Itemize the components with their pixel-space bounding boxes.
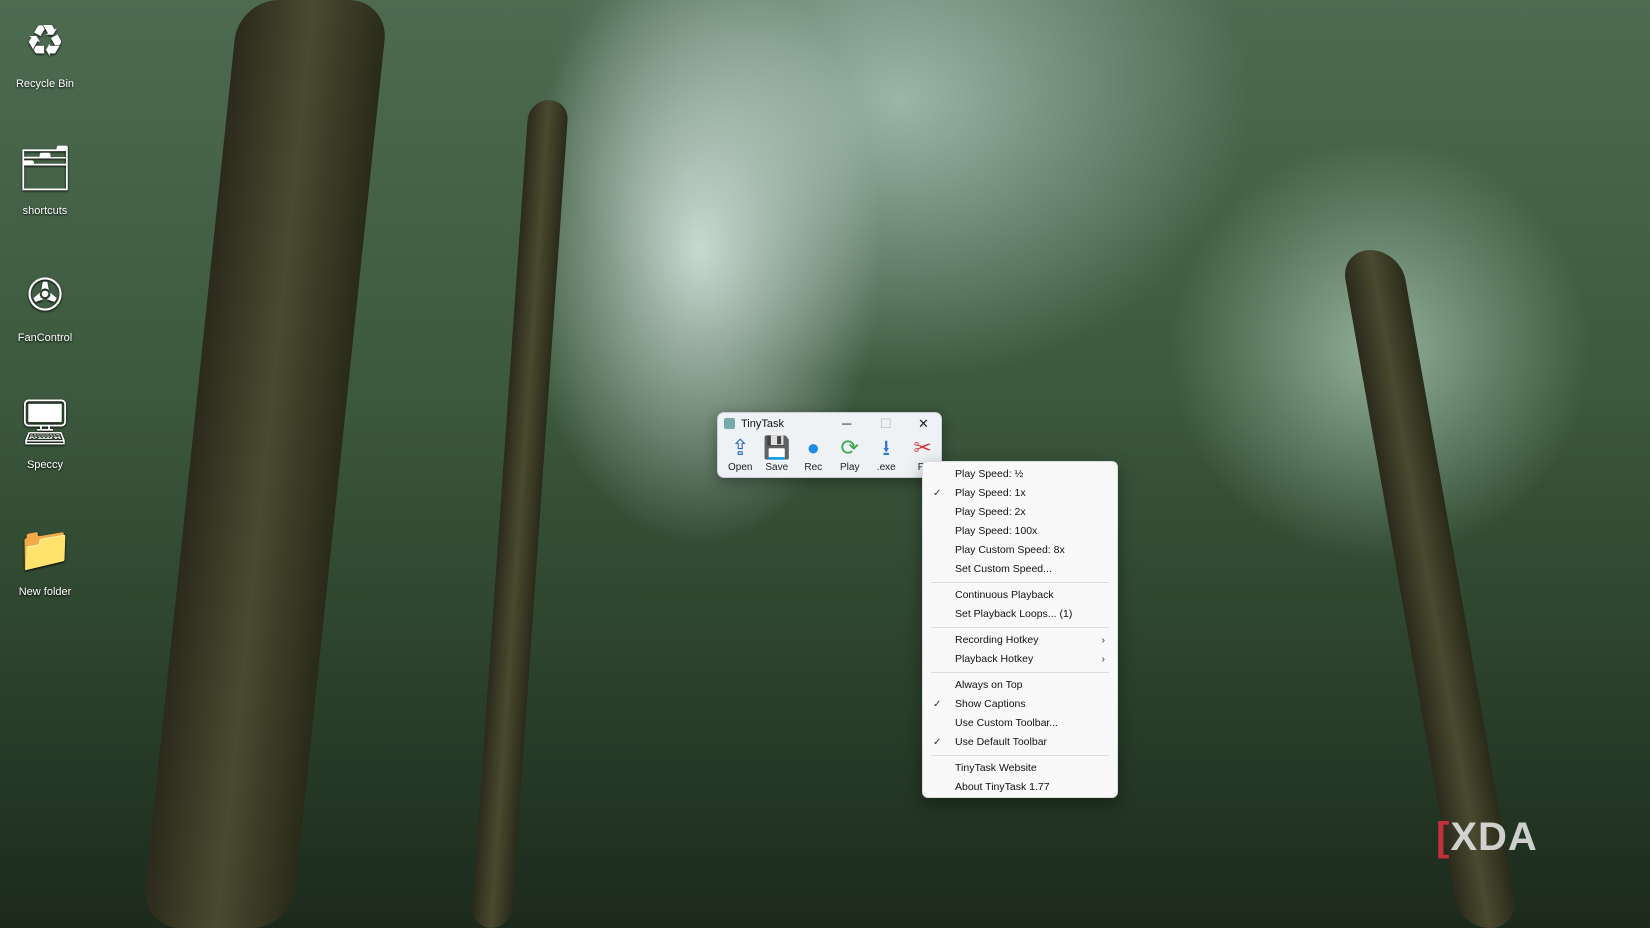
menu-item[interactable]: About TinyTask 1.77 [923, 778, 1117, 797]
checkmark-icon: ✓ [933, 737, 942, 748]
menu-item-label: Always on Top [955, 679, 1023, 691]
toolbar-caption: Save [765, 462, 789, 473]
window-title: TinyTask [741, 417, 784, 430]
toolbar-caption: Rec [804, 462, 823, 473]
menu-item[interactable]: ✓ Use Default Toolbar [923, 733, 1117, 752]
menu-item-label: About TinyTask 1.77 [955, 781, 1050, 793]
pr-icon: ✂ [913, 435, 932, 460]
desktop-icon-label: Speccy [26, 459, 64, 471]
menu-item-label: Playback Hotkey [955, 653, 1034, 665]
menu-item[interactable]: Continuous Playback [923, 586, 1117, 605]
folder-icon: 🗂 [17, 144, 73, 193]
menu-item[interactable]: Play Speed: 100x [923, 522, 1117, 541]
desktop-icon[interactable]: 🖥 Speccy [0, 391, 90, 471]
checkmark-icon: ✓ [933, 488, 942, 499]
chevron-right-icon: › [1101, 653, 1106, 665]
toolbar-caption: Open [728, 462, 753, 473]
desktop-icon[interactable]: 🗂 shortcuts [0, 137, 90, 217]
menu-item-label: Play Speed: 100x [955, 525, 1038, 537]
save-icon: 💾 [763, 435, 791, 460]
menu-item-label: Set Playback Loops... (1) [955, 608, 1073, 620]
desktop-icon-label: shortcuts [22, 205, 68, 217]
minimize-button[interactable]: ─ [842, 416, 851, 431]
menu-item-label: Play Custom Speed: 8x [955, 544, 1065, 556]
menu-item[interactable]: Set Playback Loops... (1) [923, 605, 1117, 624]
menu-item-label: Use Custom Toolbar... [955, 717, 1059, 729]
toolbar-play-button[interactable]: ⟳ Play [832, 434, 869, 473]
menu-item-label: Show Captions [955, 698, 1026, 710]
desktop-icon[interactable]: ✇ FanControl [0, 264, 90, 345]
menu-item-label: Continuous Playback [955, 589, 1054, 601]
menu-item[interactable]: Recording Hotkey › [923, 631, 1117, 650]
checkmark-icon: ✓ [933, 699, 942, 710]
recycle-bin-icon: ♻ [25, 16, 65, 66]
menu-item[interactable]: Playback Hotkey › [923, 650, 1117, 669]
menu-item[interactable]: Play Speed: ½ [923, 465, 1117, 484]
desktop-icon-label: FanControl [17, 332, 73, 344]
desktop-icon[interactable]: 📁 New folder [0, 518, 90, 598]
menu-item-label: Set Custom Speed... [955, 563, 1052, 575]
rec-icon: ● [806, 435, 820, 460]
menu-item-label: TinyTask Website [955, 762, 1037, 774]
wallpaper-tree [471, 100, 569, 928]
menu-item[interactable]: ✓ Show Captions [923, 695, 1117, 714]
desktop-icon[interactable]: ♻ Recycle Bin [0, 10, 90, 91]
menu-item[interactable]: Use Custom Toolbar... [923, 714, 1117, 733]
close-button[interactable]: ✕ [918, 416, 929, 432]
wallpaper-tree [141, 0, 389, 928]
menu-item[interactable]: Set Custom Speed... [923, 560, 1117, 579]
desktop-icon-label: New folder [18, 586, 72, 598]
xda-watermark: [XDA [1436, 815, 1538, 859]
menu-item[interactable]: Play Speed: 2x [923, 503, 1117, 522]
chevron-right-icon: › [1101, 634, 1106, 646]
toolbar-exe-button[interactable]: ⭳ .exe [868, 434, 905, 473]
menu-item-label: Play Speed: 2x [955, 506, 1026, 518]
menu-separator [931, 627, 1109, 628]
menu-separator [931, 672, 1109, 673]
folder-icon: 📁 [17, 525, 73, 574]
play-icon: ⟳ [840, 435, 859, 460]
desktop-icon-label: Recycle Bin [15, 78, 75, 90]
menu-item-label: Recording Hotkey [955, 634, 1039, 646]
menu-item[interactable]: Always on Top [923, 676, 1117, 695]
tinytask-window[interactable]: TinyTask ─ ☐ ✕ ⇪ Open 💾 Save ● Rec ⟳ Play ⭳ .exe ✂… [717, 412, 942, 478]
toolbar-rec-button[interactable]: ● Rec [795, 434, 832, 473]
toolbar-save-button[interactable]: 💾 Save [759, 434, 796, 473]
menu-item-label: Use Default Toolbar [955, 736, 1048, 748]
context-menu: Play Speed: ½ ✓ Play Speed: 1x Play Speed: … [922, 461, 1118, 798]
open-icon: ⇪ [731, 435, 750, 460]
title-bar[interactable]: TinyTask [718, 413, 941, 434]
maximize-button[interactable]: ☐ [880, 416, 892, 432]
toolbar-open-button[interactable]: ⇪ Open [722, 434, 759, 473]
fan-icon: ✇ [26, 270, 64, 320]
menu-separator [931, 582, 1109, 583]
menu-item[interactable]: ✓ Play Speed: 1x [923, 484, 1117, 503]
toolbar-caption: Play [840, 462, 860, 473]
exe-icon: ⭳ [882, 435, 891, 460]
menu-item-label: Play Speed: ½ [955, 468, 1024, 480]
menu-item[interactable]: TinyTask Website [923, 759, 1117, 778]
computer-icon: 🖥 [17, 398, 73, 447]
toolbar-caption: .exe [876, 462, 896, 473]
menu-separator [931, 755, 1109, 756]
menu-item-label: Play Speed: 1x [955, 487, 1026, 499]
app-icon [724, 418, 735, 429]
menu-item[interactable]: Play Custom Speed: 8x [923, 541, 1117, 560]
